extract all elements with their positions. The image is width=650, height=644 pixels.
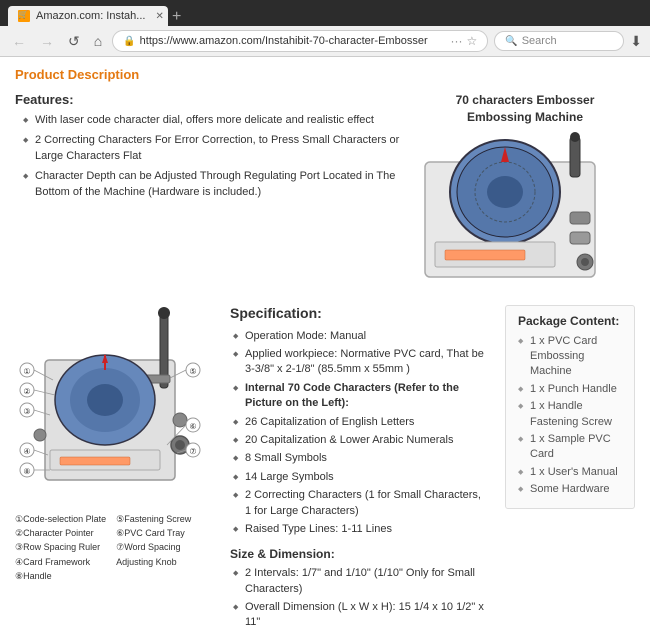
spec-0: Operation Mode: Manual [235, 329, 490, 344]
size-0: 2 Intervals: 1/7" and 1/10" (1/10" Only … [235, 566, 490, 597]
search-icon: 🔍 [505, 36, 517, 47]
pkg-1: 1 x Punch Handle [518, 382, 622, 397]
product-title: 70 characters Embosser Embossing Machine [415, 92, 635, 126]
bottom-layout: ① ② ③ ④ ⑧ ⑤ ⑥ [15, 305, 635, 634]
features-container: Features: With laser code character dial… [15, 92, 405, 200]
spec-3: 26 Capitalization of English Letters [235, 415, 490, 430]
specs-list: Operation Mode: Manual Applied workpiece… [230, 329, 490, 538]
svg-text:⑥: ⑥ [189, 422, 196, 431]
spec-2: Internal 70 Code Characters (Refer to th… [235, 381, 490, 412]
spec-6: 14 Large Symbols [235, 470, 490, 485]
tab-bar: 🛒 Amazon.com: Instah... ✕ + [8, 6, 181, 26]
page-content: Product Description Features: With laser… [0, 57, 650, 644]
spec-1: Applied workpiece: Normative PVC card, T… [235, 347, 490, 378]
pkg-5: Some Hardware [518, 482, 622, 497]
pkg-2: 1 x Handle Fastening Screw [518, 399, 622, 430]
svg-text:⑧: ⑧ [23, 467, 30, 476]
download-icon[interactable]: ⬇ [630, 33, 642, 50]
size-list: 2 Intervals: 1/7" and 1/10" (1/10" Only … [230, 566, 490, 631]
address-bar[interactable]: 🔒 https://www.amazon.com/Instahibit-70-c… [112, 30, 488, 52]
svg-text:④: ④ [23, 447, 30, 456]
size-heading: Size & Dimension: [230, 547, 490, 561]
search-placeholder: Search [522, 35, 557, 47]
browser-chrome: 🛒 Amazon.com: Instah... ✕ + [0, 0, 650, 26]
pkg-3: 1 x Sample PVC Card [518, 432, 622, 463]
machine-diagram: ① ② ③ ④ ⑧ ⑤ ⑥ [15, 305, 205, 505]
product-image-section: 70 characters Embosser Embossing Machine [415, 92, 635, 290]
nav-bar: ← → ↺ ⌂ 🔒 https://www.amazon.com/Instahi… [0, 26, 650, 57]
top-layout: Features: With laser code character dial… [15, 92, 635, 290]
pkg-4: 1 x User's Manual [518, 465, 622, 480]
spec-8: Raised Type Lines: 1-11 Lines [235, 522, 490, 537]
features-heading: Features: [15, 92, 405, 107]
ssl-icon: 🔒 [123, 36, 135, 47]
tab-favicon: 🛒 [18, 10, 30, 22]
back-button[interactable]: ← [8, 31, 30, 51]
tab-label: Amazon.com: Instah... [36, 10, 145, 22]
specs-section: Specification: Operation Mode: Manual Ap… [230, 305, 490, 634]
star-icon: ☆ [467, 34, 478, 48]
forward-button[interactable]: → [36, 31, 58, 51]
labels-left: ①Code-selection Plate ②Character Pointer… [15, 512, 106, 584]
labels-right: ⑤Fastening Screw ⑥PVC Card Tray ⑦Word Sp… [116, 512, 191, 584]
svg-text:③: ③ [23, 407, 30, 416]
active-tab[interactable]: 🛒 Amazon.com: Instah... ✕ [8, 6, 168, 26]
diagram-labels: ①Code-selection Plate ②Character Pointer… [15, 512, 215, 584]
spec-5: 8 Small Symbols [235, 451, 490, 466]
refresh-button[interactable]: ↺ [64, 31, 84, 52]
more-icon: ··· [451, 34, 463, 48]
section-title: Product Description [15, 67, 635, 82]
search-bar[interactable]: 🔍 Search [494, 31, 624, 51]
tab-close-btn[interactable]: ✕ [155, 11, 163, 22]
feature-item-1: With laser code character dial, offers m… [25, 113, 405, 128]
svg-text:②: ② [23, 387, 30, 396]
features-list: With laser code character dial, offers m… [15, 113, 405, 200]
pkg-0: 1 x PVC Card Embossing Machine [518, 334, 622, 380]
package-title: Package Content: [518, 314, 622, 328]
svg-text:⑤: ⑤ [189, 367, 196, 376]
url-text: https://www.amazon.com/Instahibit-70-cha… [140, 35, 447, 47]
feature-item-2: 2 Correcting Characters For Error Correc… [25, 133, 405, 164]
machine-image-top [415, 132, 615, 287]
home-button[interactable]: ⌂ [90, 31, 106, 51]
spec-4: 20 Capitalization & Lower Arabic Numeral… [235, 433, 490, 448]
svg-text:①: ① [23, 367, 30, 376]
package-list: 1 x PVC Card Embossing Machine 1 x Punch… [518, 334, 622, 498]
spec-heading: Specification: [230, 305, 490, 321]
package-box: Package Content: 1 x PVC Card Embossing … [505, 305, 635, 509]
address-extras: ··· ☆ [451, 34, 478, 48]
size-section: Size & Dimension: 2 Intervals: 1/7" and … [230, 547, 490, 631]
size-1: Overall Dimension (L x W x H): 15 1/4 x … [235, 600, 490, 631]
svg-text:⑦: ⑦ [189, 447, 196, 456]
diagram-section: ① ② ③ ④ ⑧ ⑤ ⑥ [15, 305, 215, 634]
feature-item-3: Character Depth can be Adjusted Through … [25, 169, 405, 200]
new-tab-btn[interactable]: + [172, 8, 181, 26]
package-section: Package Content: 1 x PVC Card Embossing … [505, 305, 635, 634]
features-section: Features: With laser code character dial… [15, 92, 405, 290]
spec-7: 2 Correcting Characters (1 for Small Cha… [235, 488, 490, 519]
